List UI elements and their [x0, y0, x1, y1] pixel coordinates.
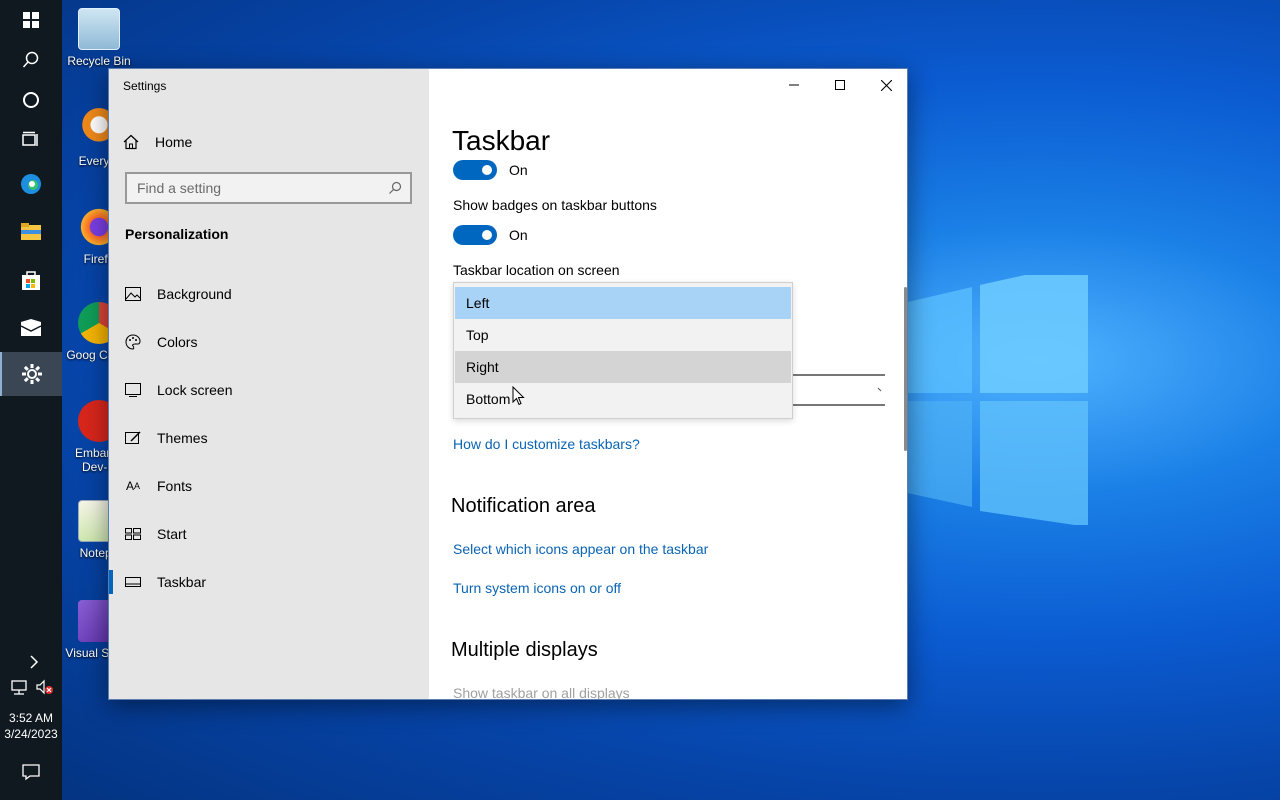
sidebar-item-taskbar[interactable]: Taskbar [109, 562, 429, 602]
taskbar-location-label: Taskbar location on screen [453, 262, 620, 278]
select-icons-link[interactable]: Select which icons appear on the taskbar [453, 541, 708, 557]
home-icon [123, 134, 139, 150]
toggle-switch-1[interactable] [453, 160, 497, 180]
toggle-row-1: On [453, 160, 528, 180]
page-title: Taskbar [452, 125, 551, 156]
start-icon [125, 526, 141, 542]
close-button[interactable] [863, 69, 907, 101]
badges-toggle[interactable] [453, 225, 497, 245]
sidebar-item-label: Fonts [157, 478, 193, 494]
cortana-icon [23, 92, 39, 108]
sidebar-item-label: Background [157, 286, 232, 302]
task-view-icon [22, 131, 38, 146]
edge-icon [21, 174, 41, 194]
edge-taskbar-button[interactable] [0, 164, 62, 204]
font-icon: AA [125, 479, 141, 493]
toggle-state-1: On [509, 162, 528, 178]
badges-toggle-state: On [509, 227, 528, 243]
dropdown-option-right[interactable]: Right [455, 351, 791, 383]
network-icon[interactable] [10, 679, 28, 695]
secondary-combobox[interactable] [789, 374, 885, 406]
gear-icon [22, 364, 42, 384]
system-tray [10, 678, 55, 696]
customize-taskbars-link[interactable]: How do I customize taskbars? [453, 436, 640, 452]
volume-muted-icon[interactable] [36, 679, 54, 695]
sidebar-item-start[interactable]: Start [109, 514, 429, 554]
show-on-all-displays-label: Show taskbar on all displays [453, 685, 630, 700]
taskbar-icon [125, 574, 141, 590]
mouse-pointer-icon [512, 386, 525, 406]
sidebar-home[interactable]: Home [123, 129, 192, 155]
task-view-button[interactable] [0, 120, 62, 160]
mail-button[interactable] [0, 308, 62, 348]
search-icon [389, 181, 402, 194]
chevron-down-icon [877, 387, 882, 392]
image-icon [125, 286, 141, 302]
taskbar: 3:52 AM 3/24/2023 [0, 0, 62, 800]
palette-icon [125, 334, 141, 350]
multiple-displays-heading: Multiple displays [451, 639, 598, 661]
search-icon [22, 51, 39, 68]
mail-icon [20, 319, 42, 336]
clock-date: 3/24/2023 [4, 727, 58, 741]
search-button[interactable] [0, 40, 62, 80]
dropdown-option-top[interactable]: Top [455, 319, 791, 351]
clock-time: 3:52 AM [8, 711, 54, 725]
desktop-icon-recycle-bin[interactable]: Recycle Bin [62, 8, 136, 68]
dropdown-option-left[interactable]: Left [455, 287, 791, 319]
sidebar-item-colors[interactable]: Colors [109, 322, 429, 362]
badges-label: Show badges on taskbar buttons [453, 197, 657, 213]
cortana-button[interactable] [0, 80, 62, 120]
sidebar-item-label: Start [157, 526, 187, 542]
start-button[interactable] [0, 0, 62, 40]
brush-icon [125, 430, 141, 446]
sidebar-item-label: Lock screen [157, 382, 233, 398]
minimize-button[interactable] [771, 69, 817, 101]
find-setting-search[interactable] [125, 172, 412, 204]
settings-sidebar: Settings Home Personalization Background… [109, 69, 429, 699]
toggle-row-badges: On [453, 225, 528, 245]
content-scrollbar[interactable] [904, 287, 907, 451]
windows-start-icon [23, 12, 39, 28]
dropdown-option-bottom[interactable]: Bottom [455, 383, 791, 415]
folder-icon [21, 223, 41, 240]
sidebar-item-themes[interactable]: Themes [109, 418, 429, 458]
section-heading-personalization: Personalization [125, 226, 229, 242]
minimize-icon [789, 84, 799, 86]
taskbar-clock[interactable]: 3:52 AM 3/24/2023 [0, 710, 62, 742]
sidebar-item-fonts[interactable]: AA Fonts [109, 466, 429, 506]
sidebar-item-label: Themes [157, 430, 208, 446]
taskbar-location-dropdown: Left Top Right Bottom [453, 282, 793, 419]
settings-taskbar-button[interactable] [0, 352, 62, 396]
home-label: Home [155, 134, 193, 150]
show-hidden-icons-button[interactable] [14, 642, 54, 682]
maximize-button[interactable] [817, 69, 863, 101]
search-input[interactable] [137, 180, 377, 196]
window-controls [771, 69, 907, 101]
notification-area-heading: Notification area [451, 495, 596, 517]
store-icon [22, 271, 40, 290]
window-title: Settings [123, 79, 167, 93]
file-explorer-button[interactable] [0, 212, 62, 252]
action-center-button[interactable] [0, 752, 62, 792]
sidebar-item-lock-screen[interactable]: Lock screen [109, 370, 429, 410]
system-icons-link[interactable]: Turn system icons on or off [453, 580, 621, 596]
notification-icon [22, 764, 40, 781]
maximize-icon [835, 80, 845, 90]
settings-window: Settings Home Personalization Background… [108, 68, 908, 700]
sidebar-item-background[interactable]: Background [109, 274, 429, 314]
sidebar-item-label: Colors [157, 334, 198, 350]
close-icon [880, 79, 892, 91]
store-button[interactable] [0, 260, 62, 300]
recycle-bin-icon [78, 8, 120, 50]
lock-screen-icon [125, 382, 141, 398]
sidebar-item-label: Taskbar [157, 574, 207, 590]
chevron-right-icon [30, 655, 39, 669]
